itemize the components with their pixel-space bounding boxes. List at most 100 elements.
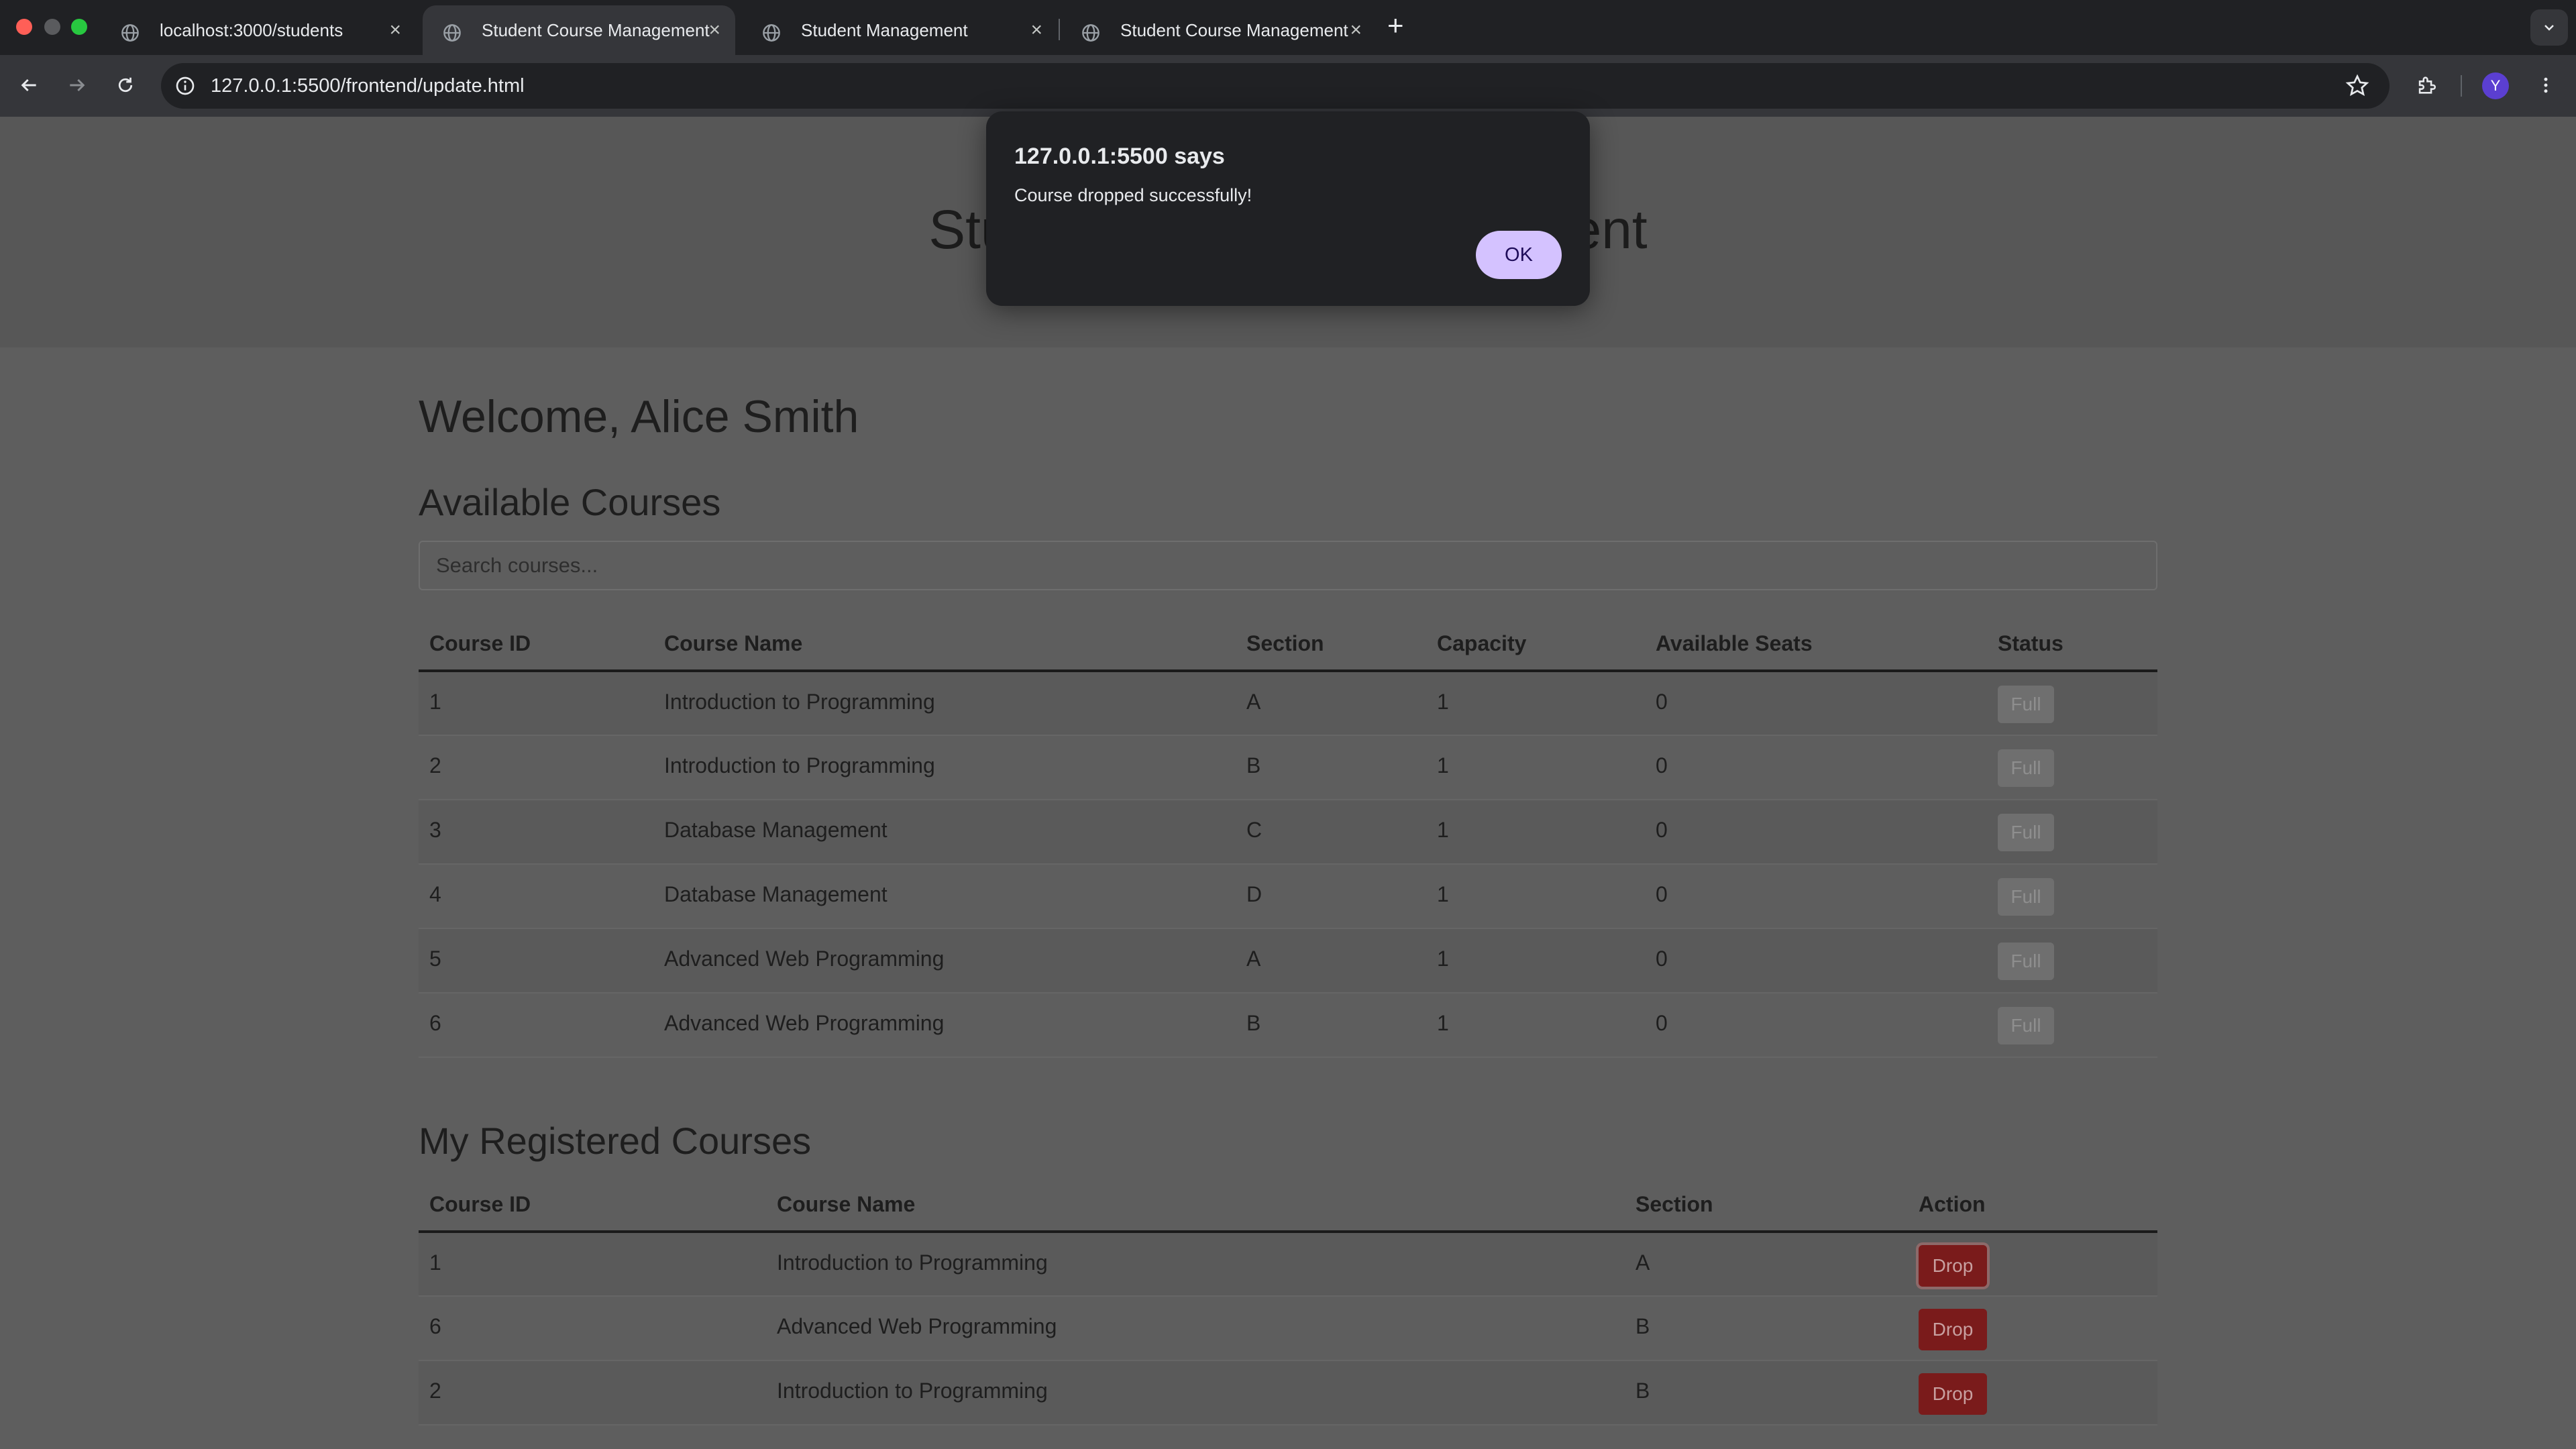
- full-button[interactable]: Full: [1998, 749, 2054, 787]
- col-section: Section: [1236, 617, 1426, 672]
- close-window-button[interactable]: [16, 19, 32, 35]
- cell-status: Full: [1987, 800, 2157, 865]
- col-course-name: Course Name: [653, 617, 1236, 672]
- full-button[interactable]: Full: [1998, 1007, 2054, 1044]
- drop-button[interactable]: Drop: [1919, 1245, 1987, 1287]
- full-button[interactable]: Full: [1998, 943, 2054, 980]
- table-row: 2 Introduction to Programming B 1 0 Full: [419, 735, 2157, 800]
- cell-status: Full: [1987, 928, 2157, 994]
- cell-section: C: [1236, 800, 1426, 865]
- cell-course-name: Advanced Web Programming: [653, 928, 1236, 994]
- cell-course-id: 6: [419, 993, 653, 1058]
- table-header-row: Course ID Course Name Section Action: [419, 1178, 2157, 1233]
- forward-arrow-icon[interactable]: [62, 70, 93, 101]
- cell-capacity: 1: [1426, 928, 1645, 994]
- col-course-id: Course ID: [419, 617, 653, 672]
- tab-separator: [1059, 19, 1060, 40]
- profile-avatar[interactable]: Y: [2482, 72, 2509, 99]
- browser-toolbar: 127.0.0.1:5500/frontend/update.html: [0, 55, 2576, 117]
- address-bar[interactable]: 127.0.0.1:5500/frontend/update.html: [161, 63, 2390, 109]
- close-tab-icon[interactable]: ×: [389, 20, 401, 40]
- table-row: 6 Advanced Web Programming B Drop: [419, 1296, 2157, 1361]
- drop-button[interactable]: Drop: [1919, 1373, 1987, 1415]
- table-row: 5 Advanced Web Programming A 1 0 Full: [419, 928, 2157, 994]
- reload-icon[interactable]: [110, 70, 141, 101]
- cell-course-id: 1: [419, 671, 653, 736]
- col-available-seats: Available Seats: [1645, 617, 1987, 672]
- cell-status: Full: [1987, 993, 2157, 1058]
- site-info-icon[interactable]: [174, 75, 196, 97]
- tab-student-course-management[interactable]: Student Course Management ×: [1061, 5, 1377, 55]
- tab-student-course-management-active[interactable]: Student Course Management ×: [423, 5, 735, 55]
- cell-section: A: [1625, 1232, 1908, 1297]
- maximize-window-button[interactable]: [71, 19, 87, 35]
- table-row: 1 Introduction to Programming A 1 0 Full: [419, 671, 2157, 736]
- tab-student-management[interactable]: Student Management ×: [742, 5, 1057, 55]
- cell-available-seats: 0: [1645, 735, 1987, 800]
- col-course-name: Course Name: [766, 1178, 1625, 1233]
- registered-courses-table: Course ID Course Name Section Action 1 I…: [419, 1178, 2157, 1426]
- cell-section: A: [1236, 928, 1426, 994]
- col-action: Action: [1908, 1178, 2157, 1233]
- minimize-window-button[interactable]: [44, 19, 60, 35]
- full-button[interactable]: Full: [1998, 814, 2054, 851]
- table-row: 4 Database Management D 1 0 Full: [419, 864, 2157, 929]
- alert-dialog: 127.0.0.1:5500 says Course dropped succe…: [986, 111, 1590, 306]
- back-arrow-icon[interactable]: [13, 70, 44, 101]
- available-courses-heading: Available Courses: [419, 481, 721, 523]
- cell-capacity: 1: [1426, 864, 1645, 929]
- ok-button[interactable]: OK: [1476, 231, 1562, 279]
- full-button[interactable]: Full: [1998, 878, 2054, 916]
- cell-section: D: [1236, 864, 1426, 929]
- cell-course-name: Database Management: [653, 800, 1236, 865]
- tab-title: Student Management: [801, 19, 968, 40]
- drop-button[interactable]: Drop: [1919, 1309, 1987, 1350]
- cell-course-name: Introduction to Programming: [653, 671, 1236, 736]
- close-tab-icon[interactable]: ×: [708, 20, 720, 40]
- globe-icon: [121, 24, 139, 42]
- cell-status: Full: [1987, 671, 2157, 736]
- cell-section: B: [1236, 735, 1426, 800]
- welcome-heading: Welcome, Alice Smith: [419, 391, 859, 442]
- close-tab-icon[interactable]: ×: [1030, 20, 1042, 40]
- cell-status: Full: [1987, 864, 2157, 929]
- bookmark-star-icon[interactable]: [2345, 74, 2369, 98]
- tab-title: localhost:3000/students: [160, 19, 343, 40]
- cell-course-id: 2: [419, 1360, 766, 1426]
- kebab-menu-icon[interactable]: [2530, 70, 2561, 101]
- cell-action: Drop: [1908, 1360, 2157, 1426]
- search-input[interactable]: [419, 541, 2157, 590]
- cell-capacity: 1: [1426, 993, 1645, 1058]
- globe-icon: [763, 24, 780, 42]
- cell-course-id: 2: [419, 735, 653, 800]
- tab-localhost-students[interactable]: localhost:3000/students ×: [101, 5, 416, 55]
- cell-course-id: 4: [419, 864, 653, 929]
- globe-icon: [443, 24, 461, 42]
- cell-section: B: [1236, 993, 1426, 1058]
- cell-course-name: Advanced Web Programming: [653, 993, 1236, 1058]
- table-row: 1 Introduction to Programming A Drop: [419, 1232, 2157, 1297]
- cell-course-id: 5: [419, 928, 653, 994]
- full-button[interactable]: Full: [1998, 686, 2054, 723]
- cell-section: B: [1625, 1360, 1908, 1426]
- cell-course-id: 3: [419, 800, 653, 865]
- toolbar-divider: [2461, 75, 2462, 97]
- cell-status: Full: [1987, 735, 2157, 800]
- new-tab-plus-icon[interactable]: +: [1387, 9, 1404, 42]
- registered-courses-heading: My Registered Courses: [419, 1120, 812, 1162]
- cell-capacity: 1: [1426, 735, 1645, 800]
- close-tab-icon[interactable]: ×: [1350, 20, 1362, 40]
- dialog-title: 127.0.0.1:5500 says: [1014, 144, 1225, 169]
- cell-available-seats: 0: [1645, 928, 1987, 994]
- dialog-message: Course dropped successfully!: [1014, 185, 1252, 205]
- tab-search-chevron-icon[interactable]: [2530, 9, 2568, 46]
- cell-course-id: 1: [419, 1232, 766, 1297]
- cell-course-name: Introduction to Programming: [766, 1360, 1625, 1426]
- cell-action: Drop: [1908, 1296, 2157, 1361]
- cell-course-name: Database Management: [653, 864, 1236, 929]
- cell-course-id: 6: [419, 1296, 766, 1361]
- col-section: Section: [1625, 1178, 1908, 1233]
- extensions-puzzle-icon[interactable]: [2411, 70, 2442, 101]
- url-text[interactable]: 127.0.0.1:5500/frontend/update.html: [211, 75, 525, 97]
- cell-capacity: 1: [1426, 671, 1645, 736]
